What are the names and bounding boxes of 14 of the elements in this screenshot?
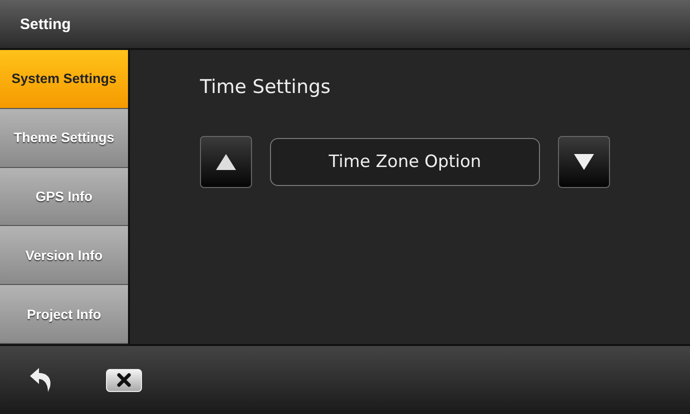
up-button[interactable] <box>200 136 252 188</box>
sidebar-item[interactable]: Project Info <box>0 285 128 344</box>
sidebar-item[interactable]: Version Info <box>0 226 128 286</box>
section-heading: Time Settings <box>200 76 332 98</box>
up-triangle-icon <box>216 154 236 170</box>
close-button[interactable] <box>106 368 142 392</box>
sidebar-item[interactable]: System Settings <box>0 50 128 109</box>
down-triangle-icon <box>574 154 594 170</box>
close-icon <box>117 373 131 387</box>
window-title: Setting <box>20 16 71 32</box>
sidebar-item[interactable]: GPS Info <box>0 168 128 226</box>
option-display: Time Zone Option <box>270 138 540 186</box>
down-button[interactable] <box>558 136 610 188</box>
sidebar-item[interactable]: Theme Settings <box>0 108 128 168</box>
